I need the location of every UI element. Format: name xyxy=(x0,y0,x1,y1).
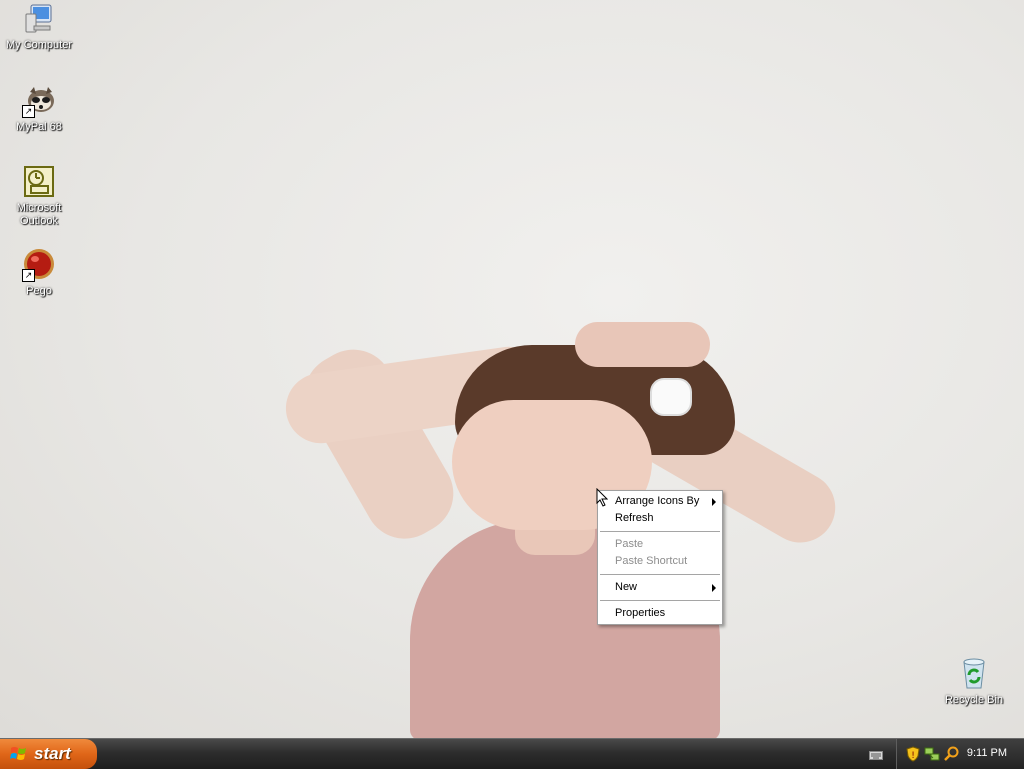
menu-item-paste: Paste xyxy=(598,536,722,553)
security-shield-icon[interactable]: ! xyxy=(905,746,921,762)
computer-icon xyxy=(22,2,56,36)
desktop-icon-label: MyPal 68 xyxy=(16,121,62,133)
outlook-icon xyxy=(22,165,56,199)
pego-ball-icon: ↗ xyxy=(22,248,56,282)
menu-item-new[interactable]: New xyxy=(598,579,722,596)
menu-separator xyxy=(600,574,720,575)
mouse-cursor-icon xyxy=(596,487,609,512)
shortcut-arrow-icon: ↗ xyxy=(22,105,35,118)
desktop-icon-recycle-bin[interactable]: Recycle Bin xyxy=(936,657,1012,707)
submenu-arrow-icon xyxy=(712,498,716,506)
keyboard-icon[interactable] xyxy=(869,748,883,766)
start-label: start xyxy=(34,744,71,763)
shortcut-arrow-icon: ↗ xyxy=(22,269,35,282)
menu-item-paste-shortcut: Paste Shortcut xyxy=(598,553,722,570)
desktop-icon-mypal[interactable]: ↗ MyPal 68 xyxy=(1,84,77,134)
desktop[interactable]: My Computer ↗ MyPal 68 Microsoft Outlook… xyxy=(0,0,1024,738)
recycle-bin-icon xyxy=(957,657,991,691)
menu-item-refresh[interactable]: Refresh xyxy=(598,510,722,527)
desktop-icon-label: My Computer xyxy=(5,39,73,51)
menu-item-label: Properties xyxy=(615,607,666,619)
clock[interactable]: 9:11 PM xyxy=(967,747,1007,759)
menu-separator xyxy=(600,600,720,601)
start-button[interactable]: start xyxy=(0,739,97,769)
menu-separator xyxy=(600,531,720,532)
desktop-icon-label: Pego xyxy=(26,285,52,297)
desktop-icon-outlook[interactable]: Microsoft Outlook xyxy=(1,165,77,228)
desktop-icon-label: Recycle Bin xyxy=(944,694,1004,706)
menu-item-label: Paste xyxy=(615,538,644,550)
menu-item-arrange-icons-by[interactable]: Arrange Icons By xyxy=(598,493,722,510)
desktop-icon-label: Microsoft Outlook xyxy=(16,202,62,227)
desktop-icon-my-computer[interactable]: My Computer xyxy=(1,2,77,52)
mypal-raccoon-icon: ↗ xyxy=(22,84,56,118)
desktop-context-menu: Arrange Icons By Refresh Paste Paste Sho… xyxy=(597,490,723,625)
taskbar: start ! 9:11 PM xyxy=(0,738,1024,769)
menu-item-label: Refresh xyxy=(615,512,654,524)
svg-text:!: ! xyxy=(911,751,915,761)
menu-item-properties[interactable]: Properties xyxy=(598,605,722,622)
search-icon[interactable] xyxy=(943,746,959,762)
menu-item-label: Arrange Icons By xyxy=(615,495,700,507)
menu-item-label: Paste Shortcut xyxy=(615,555,688,567)
desktop-icon-pego[interactable]: ↗ Pego xyxy=(1,248,77,298)
submenu-arrow-icon xyxy=(712,584,716,592)
menu-item-label: New xyxy=(615,581,638,593)
windows-flag-icon xyxy=(10,746,27,762)
network-icon[interactable] xyxy=(924,746,940,762)
system-tray: ! 9:11 PM xyxy=(896,739,1024,769)
